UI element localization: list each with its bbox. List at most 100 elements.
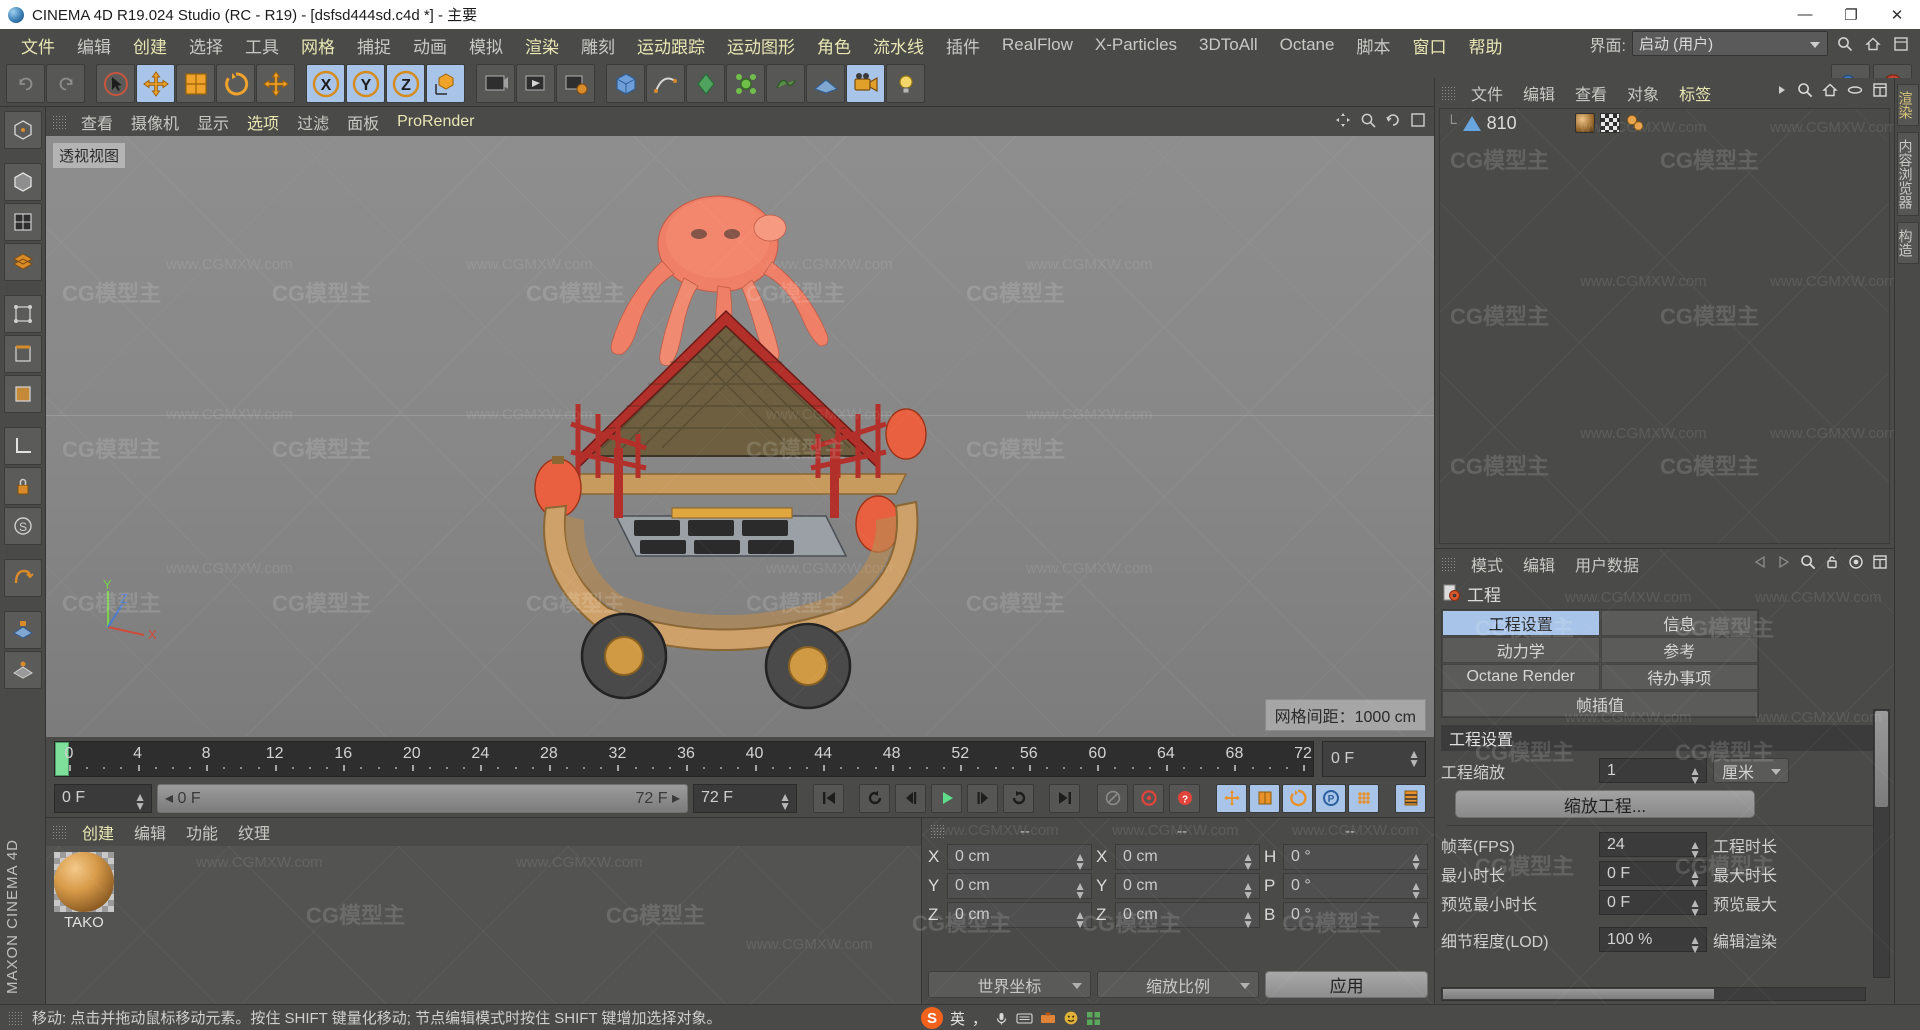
key-position-button[interactable] [1216, 783, 1247, 813]
add-generator-button[interactable] [686, 64, 725, 103]
model-mode-icon[interactable] [3, 163, 42, 201]
menu-item-21[interactable]: 窗口 [1401, 30, 1457, 61]
viewport-menu-item-4[interactable]: 过滤 [288, 108, 338, 136]
close-button[interactable]: ✕ [1874, 0, 1920, 29]
step-back-button[interactable] [895, 783, 926, 813]
coord-field-rot-p[interactable]: 0 ° ▲ ▼ [1283, 873, 1428, 901]
add-cube-button[interactable] [606, 64, 645, 103]
material-tag-icon[interactable] [1574, 113, 1595, 133]
snap-icon[interactable] [3, 559, 42, 597]
move-tool[interactable] [136, 64, 175, 103]
attribute-menu-item-2[interactable]: 用户数据 [1565, 550, 1649, 578]
ime-mode-label[interactable]: 英 [950, 1008, 965, 1029]
texture-mode-icon[interactable] [3, 203, 42, 241]
ime-punctuation-icon[interactable]: ， [972, 1008, 987, 1029]
microphone-icon[interactable] [994, 1011, 1009, 1026]
key-rotation-button[interactable] [1282, 783, 1313, 813]
menu-item-18[interactable]: 3DToAll [1188, 32, 1269, 58]
move-alt-tool[interactable] [256, 64, 295, 103]
attribute-menu-item-0[interactable]: 模式 [1461, 550, 1513, 578]
redo-button[interactable] [46, 64, 85, 103]
attribute-tab-5[interactable]: 待办事项 [1600, 664, 1758, 690]
panel-grip-icon[interactable] [930, 824, 946, 838]
axis-z-toggle[interactable]: Z [386, 64, 425, 103]
spinner-icon[interactable]: ▲ ▼ [1410, 909, 1422, 930]
spinner-icon[interactable]: ▲ ▼ [1408, 748, 1420, 769]
spinner-icon[interactable]: ▲ ▼ [1242, 851, 1254, 872]
workplane-lock-icon[interactable] [3, 611, 42, 649]
menu-item-0[interactable]: 文件 [10, 30, 66, 61]
spinner-icon[interactable]: ▲ ▼ [1689, 897, 1701, 918]
menu-item-4[interactable]: 工具 [234, 30, 290, 61]
lock-icon[interactable] [1824, 554, 1840, 570]
menu-item-16[interactable]: RealFlow [991, 32, 1084, 58]
spinner-icon[interactable]: ▲ ▼ [1410, 851, 1422, 872]
panel-grip-icon[interactable] [1441, 86, 1457, 100]
live-selection-tool[interactable] [96, 64, 135, 103]
menu-item-11[interactable]: 运动跟踪 [626, 30, 716, 61]
attribute-tab-3[interactable]: 参考 [1600, 637, 1758, 663]
material-menu-item-3[interactable]: 纹理 [228, 818, 280, 846]
collapse-icon[interactable] [1872, 82, 1888, 98]
workplane-icon[interactable] [3, 651, 42, 689]
toolbox-icon[interactable] [1040, 1011, 1056, 1025]
ellipse-icon[interactable] [1847, 82, 1863, 98]
timeline-current-frame-field[interactable]: 0 F ▲ ▼ [1322, 741, 1426, 777]
scale-tool[interactable] [176, 64, 215, 103]
point-mode-icon[interactable] [3, 295, 42, 333]
coord-field-rot-h[interactable]: 0 ° ▲ ▼ [1283, 844, 1428, 872]
viewport-menu-item-3[interactable]: 选项 [238, 108, 288, 136]
rotate-view-icon[interactable] [1385, 112, 1401, 128]
menu-item-1[interactable]: 编辑 [66, 30, 122, 61]
menu-item-5[interactable]: 网格 [290, 30, 346, 61]
layout-icon[interactable] [1890, 33, 1912, 55]
overflow-arrow-icon[interactable] [1776, 83, 1788, 97]
edge-mode-icon[interactable] [3, 335, 42, 373]
material-item[interactable]: TAKO [54, 852, 114, 931]
render-settings-button[interactable] [556, 64, 595, 103]
attr-field-2[interactable]: 0 F ▲ ▼ [1599, 861, 1707, 889]
goto-end-button[interactable] [1049, 783, 1080, 813]
history-forward-icon[interactable] [1776, 555, 1792, 569]
play-backward-loop-button[interactable] [859, 783, 890, 813]
play-button[interactable] [931, 783, 962, 813]
menu-item-3[interactable]: 选择 [178, 30, 234, 61]
menu-item-17[interactable]: X-Particles [1084, 32, 1188, 58]
home-icon[interactable] [1822, 82, 1838, 98]
attribute-tab-4[interactable]: Octane Render [1442, 664, 1600, 690]
face-mode-icon[interactable] [3, 375, 42, 413]
menu-item-10[interactable]: 雕刻 [570, 30, 626, 61]
add-environment-button[interactable] [766, 64, 805, 103]
add-camera-button[interactable] [846, 64, 885, 103]
attribute-tab-0[interactable]: 工程设置 [1442, 610, 1600, 636]
phong-tag-icon[interactable] [1625, 113, 1645, 133]
key-pla-button[interactable] [1348, 783, 1379, 813]
play-forward-loop-button[interactable] [1003, 783, 1034, 813]
autokey-button[interactable]: ? [1169, 783, 1200, 813]
object-menu-item-0[interactable]: 文件 [1461, 79, 1513, 107]
scrollbar-thumb[interactable] [1875, 711, 1888, 807]
add-light-button[interactable] [886, 64, 925, 103]
render-region-button[interactable] [516, 64, 555, 103]
interface-select[interactable]: 启动 (用户) [1632, 31, 1828, 56]
make-editable-icon[interactable] [3, 111, 42, 149]
lock-axis-icon[interactable] [3, 467, 42, 505]
rotate-tool[interactable] [216, 64, 255, 103]
record-keyframe-button[interactable] [1133, 783, 1164, 813]
panel-grip-icon[interactable] [52, 114, 68, 129]
spinner-icon[interactable]: ▲ ▼ [1689, 765, 1701, 786]
key-parameter-button[interactable]: P [1315, 783, 1346, 813]
timeline-ruler[interactable]: 0 4 8 12 16 20 24 28 32 36 40 44 48 52 56 60 64 68 72 [54, 741, 1314, 777]
spinner-icon[interactable]: ▲ ▼ [1410, 880, 1422, 901]
render-view-button[interactable] [476, 64, 515, 103]
scale-project-button[interactable]: 缩放工程... [1455, 790, 1755, 818]
spinner-icon[interactable]: ▲ ▼ [134, 791, 146, 812]
pan-icon[interactable] [1335, 112, 1351, 128]
panel-grip-icon[interactable] [1441, 557, 1457, 571]
menu-item-6[interactable]: 捕捉 [346, 30, 402, 61]
coord-size-mode-select[interactable]: 缩放比例 [1096, 971, 1260, 998]
axis-mode-icon[interactable] [3, 427, 42, 465]
attr-field-3[interactable]: 0 F ▲ ▼ [1599, 890, 1707, 918]
menu-item-12[interactable]: 运动图形 [716, 30, 806, 61]
search-icon[interactable] [1834, 33, 1856, 55]
